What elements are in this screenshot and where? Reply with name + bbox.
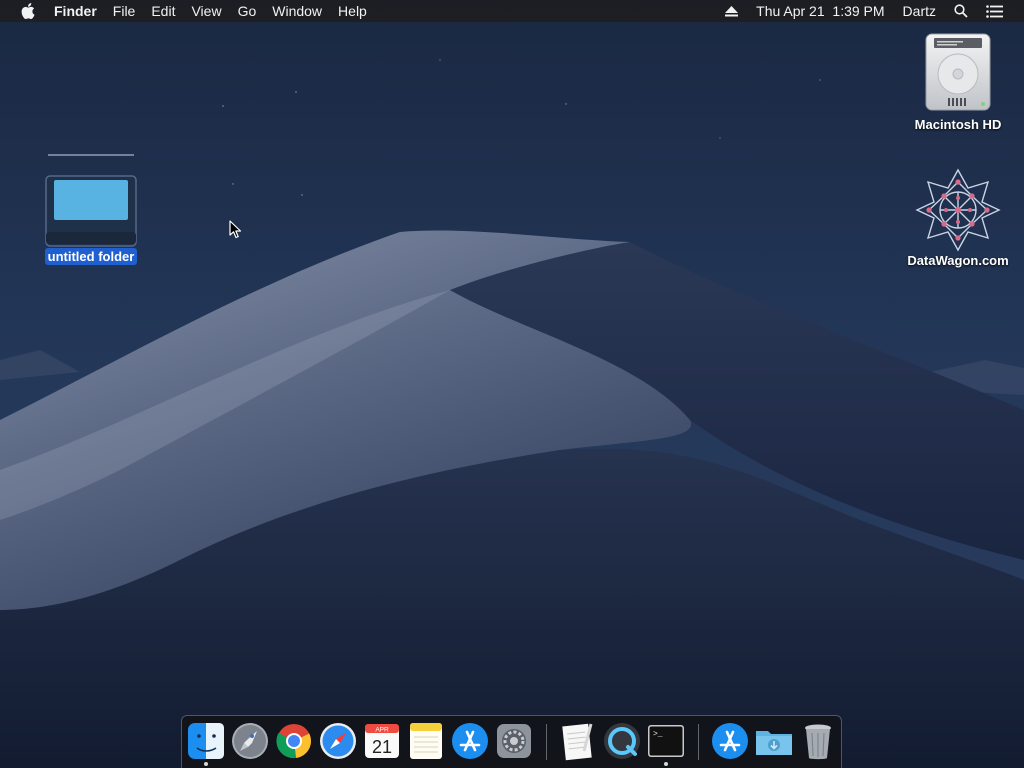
menu-app-finder[interactable]: Finder (46, 0, 105, 22)
calendar-day: 21 (372, 737, 392, 757)
desktop-icon-label: Macintosh HD (914, 117, 1002, 132)
menu-file[interactable]: File (105, 0, 144, 22)
apple-logo-icon[interactable] (18, 0, 38, 22)
calendar-icon: APR 21 (365, 724, 399, 758)
textedit-icon (562, 723, 593, 761)
notification-center-icon[interactable] (977, 4, 1012, 18)
calendar-month: APR (375, 727, 389, 734)
finder-icon (188, 723, 224, 759)
dock-downloads-folder[interactable] (754, 721, 794, 761)
dock-notes[interactable] (406, 721, 446, 761)
hard-drive-icon (925, 33, 991, 111)
dock-calendar[interactable]: APR 21 (362, 721, 402, 761)
dock-quicktime[interactable] (602, 721, 642, 761)
desktop-icon-macintosh-hd[interactable]: Macintosh HD (902, 32, 1014, 134)
dock-trash[interactable] (798, 721, 838, 761)
app-store-icon (452, 723, 488, 759)
desktop-wallpaper (0, 0, 1024, 768)
dock: APR 21 >_ (181, 715, 842, 768)
dock-system-preferences[interactable] (494, 721, 534, 761)
network-share-icon (915, 168, 1001, 252)
menu-help[interactable]: Help (330, 0, 375, 22)
menu-bar: Finder File Edit View Go Window Help Thu… (0, 0, 1024, 22)
terminal-icon: >_ (648, 725, 684, 757)
user-menu[interactable]: Dartz (894, 0, 945, 22)
dock-finder[interactable] (186, 721, 226, 761)
dock-safari[interactable] (318, 721, 358, 761)
running-indicator (664, 762, 668, 766)
desktop-icon-label: DataWagon.com (907, 253, 1009, 268)
trash-icon (805, 724, 831, 760)
chrome-icon (276, 724, 311, 759)
menu-view[interactable]: View (183, 0, 229, 22)
terminal-prompt: >_ (653, 730, 663, 739)
search-icon[interactable] (945, 4, 977, 18)
notes-icon (410, 723, 442, 759)
desktop-icon-label: untitled folder (44, 248, 138, 265)
mouse-pointer-icon (229, 220, 242, 239)
dock-separator (546, 724, 547, 760)
dock-applications-folder[interactable] (710, 721, 750, 761)
folder-icon (45, 154, 137, 247)
dock-app-store[interactable] (450, 721, 490, 761)
clock[interactable]: Thu Apr 21 1:39 PM (747, 0, 893, 22)
launchpad-icon (232, 723, 268, 759)
system-preferences-icon (497, 724, 531, 758)
eject-icon[interactable] (716, 5, 747, 17)
menu-bar-status-area: Thu Apr 21 1:39 PM Dartz (716, 0, 1024, 22)
dock-separator (698, 724, 699, 760)
desktop-icon-untitled-folder[interactable]: untitled folder (38, 150, 144, 266)
dock-launchpad[interactable] (230, 721, 270, 761)
safari-icon (320, 723, 356, 759)
menu-go[interactable]: Go (230, 0, 265, 22)
desktop-icon-datawagon[interactable]: DataWagon.com (898, 168, 1018, 270)
dock-chrome[interactable] (274, 721, 314, 761)
downloads-folder-icon (756, 731, 792, 755)
dock-terminal[interactable]: >_ (646, 721, 686, 761)
quicktime-icon (604, 723, 640, 759)
applications-folder-icon (712, 723, 748, 759)
running-indicator (204, 762, 208, 766)
menu-window[interactable]: Window (264, 0, 330, 22)
dock-textedit[interactable] (558, 721, 598, 761)
menu-edit[interactable]: Edit (143, 0, 183, 22)
